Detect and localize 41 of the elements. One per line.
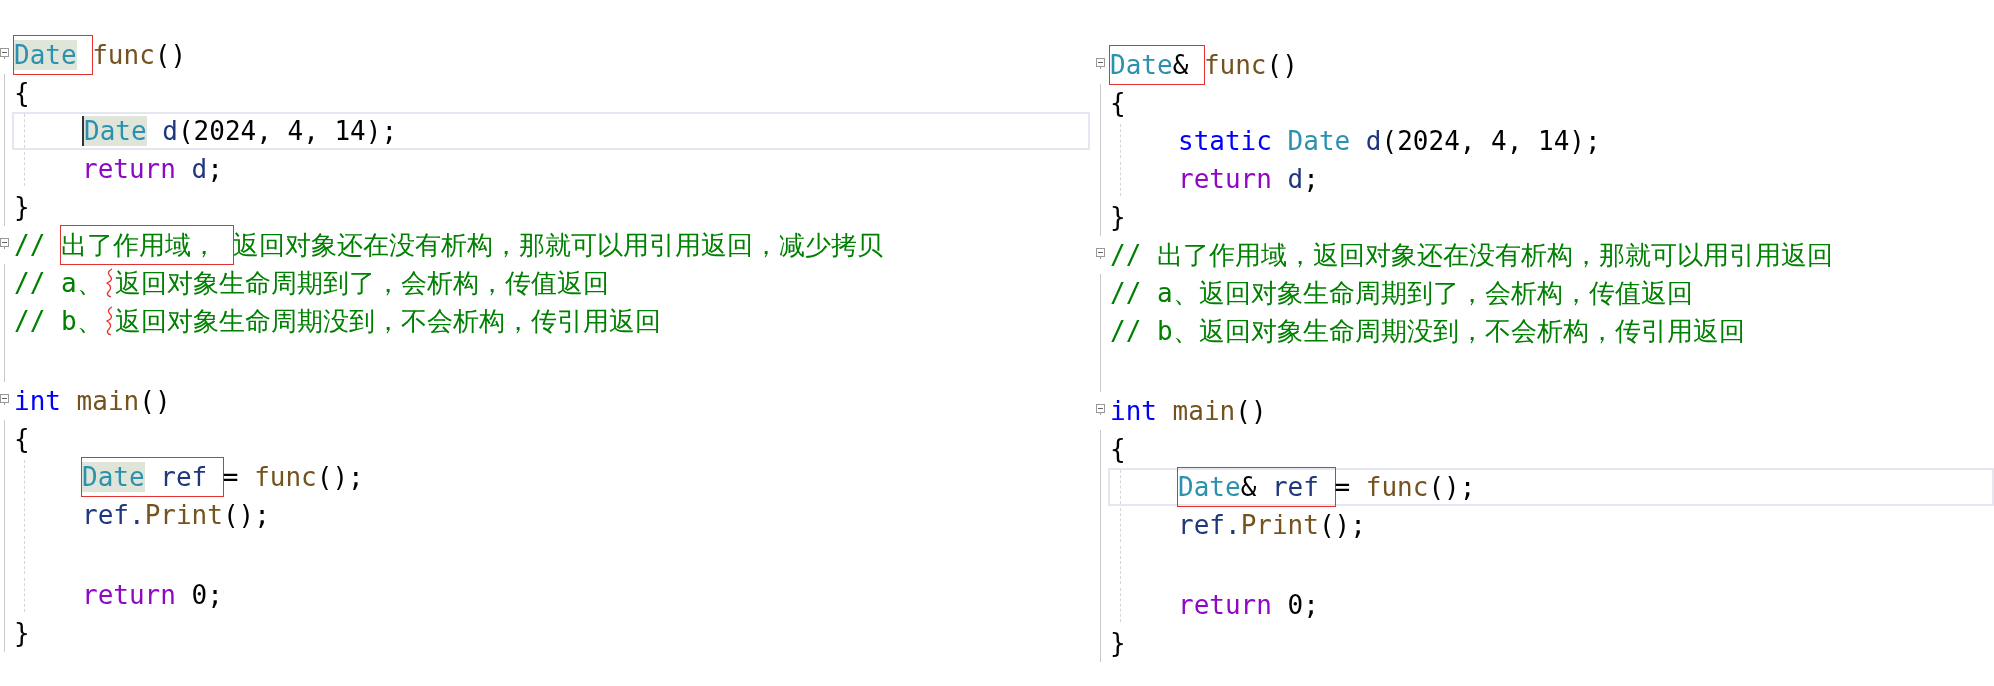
code-text: return d; [82,153,223,186]
code-text: // a、返回对象生命周期到了，会析构，传值返回 [1110,277,1693,310]
code-text: { [14,423,30,456]
code-text: Date d(2024, 4, 14); [84,115,398,148]
code-text: // b、 [14,305,103,338]
collapse-icon[interactable] [1096,58,1105,69]
annotated-code: 出了作用域， [60,226,233,264]
code-text: } [1110,201,1126,234]
collapse-icon[interactable] [1096,248,1105,259]
code-text: ref.Print(); [1178,509,1366,542]
code-text: int main() [14,385,171,418]
code-text: } [1110,627,1126,660]
collapse-icon[interactable] [0,238,9,249]
code-text: ref.Print(); [82,499,270,532]
code-text: } [14,617,30,650]
code-text: return 0; [1178,589,1319,622]
code-text: // 出了作用域，返回对象还在没有析构，那就可以用引用返回 [1110,239,1833,272]
code-text: func() [1203,49,1298,82]
collapse-icon[interactable] [1096,404,1105,415]
collapse-icon[interactable] [0,394,9,405]
code-text: 返回对象生命周期到了，会析构，传值返回 [114,267,609,300]
annotated-code: Date ref [82,458,223,496]
code-text: = func(); [222,461,364,494]
annotated-code: Date& [1110,46,1204,84]
code-text: // b、返回对象生命周期没到，不会析构，传引用返回 [1110,315,1745,348]
code-text: static Date d(2024, 4, 14); [1178,125,1601,158]
code-text: { [14,77,30,110]
annotated-code: Date& ref [1178,468,1335,506]
code-text: int main() [1110,395,1267,428]
code-text: } [14,191,30,224]
code-text: return 0; [82,579,223,612]
code-text: 返回对象还在没有析构，那就可以用引用返回，减少拷贝 [232,229,883,262]
code-text: // [14,229,47,262]
code-text: return d; [1178,163,1319,196]
collapse-icon[interactable] [0,48,9,59]
annotated-code: Date [14,36,93,74]
code-text: { [1110,433,1126,466]
code-text: { [1110,87,1126,120]
code-text: func() [92,39,187,72]
code-text: // a、 [14,267,103,300]
code-text: 返回对象生命周期没到，不会析构，传引用返回 [114,305,661,338]
